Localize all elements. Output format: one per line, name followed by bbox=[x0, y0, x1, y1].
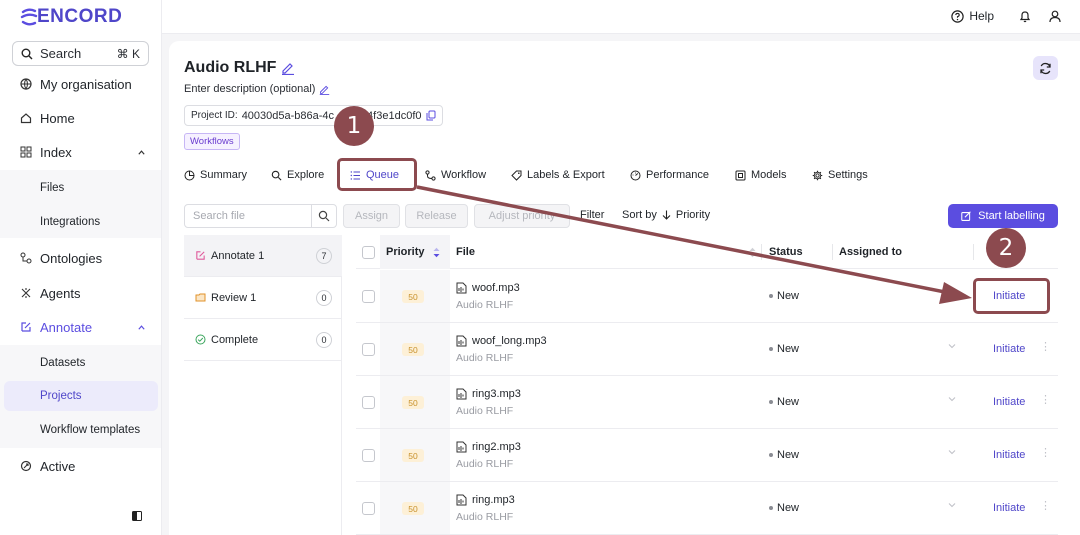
annotation-arrow bbox=[416, 185, 972, 304]
annotation-arrow-head bbox=[939, 282, 972, 304]
annotation-arrow-line bbox=[416, 185, 966, 298]
